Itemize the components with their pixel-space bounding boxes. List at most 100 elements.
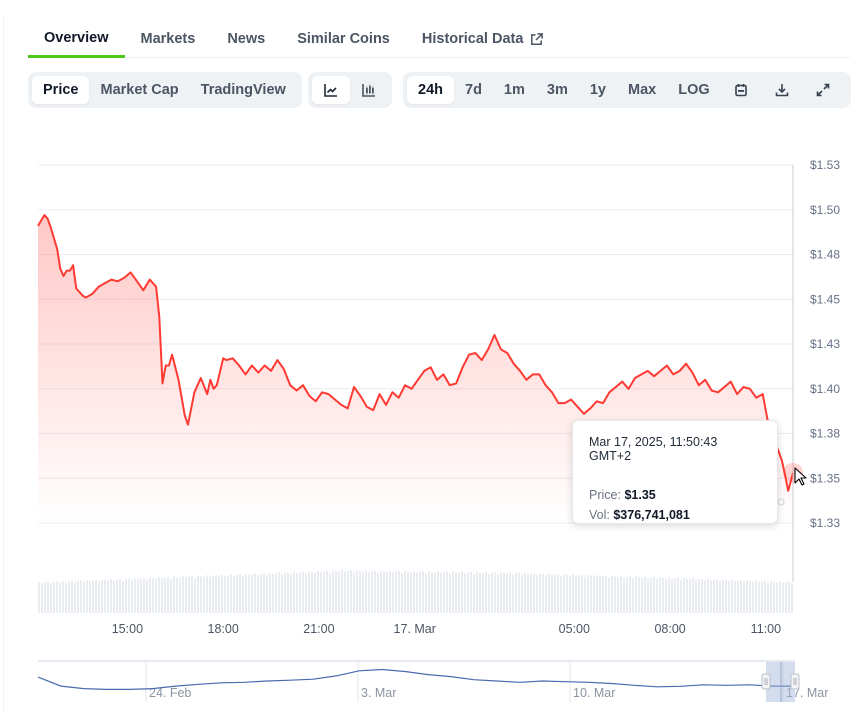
volume-bar xyxy=(590,575,592,613)
volume-bar xyxy=(785,582,787,613)
volume-bar xyxy=(173,576,175,613)
x-tick-label: 21:00 xyxy=(303,622,334,636)
volume-bar xyxy=(743,581,745,613)
volume-bar xyxy=(707,578,709,613)
volume-bar xyxy=(479,572,481,613)
volume-bar xyxy=(560,576,562,613)
volume-bar xyxy=(620,575,622,613)
volume-bar xyxy=(134,578,136,613)
volume-bar xyxy=(485,571,487,613)
volume-bar xyxy=(767,582,769,613)
volume-bar xyxy=(227,575,229,613)
volume-bar xyxy=(563,574,565,613)
volume-bar xyxy=(659,577,661,613)
volume-bar xyxy=(176,577,178,613)
volume-bar xyxy=(539,573,541,613)
volume-bar xyxy=(287,572,289,613)
volume-bar xyxy=(554,574,556,613)
volume-bar xyxy=(314,572,316,613)
volume-bar xyxy=(689,579,691,613)
volume-bar xyxy=(677,578,679,613)
volume-bar xyxy=(602,576,604,613)
volume-bar xyxy=(260,573,262,613)
volume-bar xyxy=(740,579,742,613)
x-tick-label: 15:00 xyxy=(112,622,143,636)
volume-bar xyxy=(608,577,610,613)
y-tick-label: $1.40 xyxy=(810,382,840,396)
volume-bar xyxy=(770,581,772,613)
y-tick-label: $1.35 xyxy=(810,471,840,485)
volume-bar xyxy=(578,575,580,613)
volume-bar xyxy=(218,576,220,613)
y-axis-labels: $1.53 $1.50 $1.48 $1.45 $1.43 $1.40 $1.38 $1.35… xyxy=(810,158,840,530)
volume-bar xyxy=(476,571,478,613)
volume-bar xyxy=(695,579,697,613)
volume-bar xyxy=(71,580,73,613)
volume-bar xyxy=(293,571,295,613)
navigator-left-handle[interactable] xyxy=(761,673,771,690)
volume-bar xyxy=(515,572,517,613)
y-tick-label: $1.38 xyxy=(810,427,840,441)
volume-bar xyxy=(68,581,70,613)
volume-bar xyxy=(773,581,775,613)
volume-bar xyxy=(440,573,442,613)
volume-bar xyxy=(335,570,337,613)
volume-bar xyxy=(317,570,319,613)
volume-bar xyxy=(584,576,586,613)
volume-bar xyxy=(140,578,142,613)
volume-bar xyxy=(494,572,496,613)
volume-bar xyxy=(326,570,328,613)
volume-bar xyxy=(296,572,298,613)
volume-bar xyxy=(266,574,268,613)
volume-bar xyxy=(461,571,463,613)
navigator-right-handle[interactable] xyxy=(790,673,800,690)
volume-bar xyxy=(749,580,751,613)
volume-bar xyxy=(188,576,190,613)
x-tick-label: 08:00 xyxy=(654,622,685,636)
volume-bar xyxy=(242,575,244,613)
tooltip-volume-row: Vol: $376,741,081 xyxy=(589,505,761,525)
volume-bar xyxy=(446,571,448,613)
volume-bar xyxy=(761,581,763,613)
volume-bar xyxy=(599,576,601,613)
volume-bar xyxy=(86,580,88,613)
volume-bar xyxy=(389,570,391,613)
volume-bar xyxy=(758,581,760,613)
volume-bar xyxy=(92,580,94,613)
volume-bar xyxy=(89,581,91,613)
volume-bar xyxy=(788,581,790,613)
volume-bar xyxy=(644,576,646,613)
volume-bar xyxy=(791,583,793,613)
volume-bar xyxy=(200,576,202,613)
volume-bar xyxy=(107,580,109,613)
volume-bar xyxy=(224,575,226,613)
volume-bar xyxy=(185,577,187,613)
volume-bar xyxy=(722,579,724,613)
volume-bar xyxy=(158,577,160,613)
volume-bar xyxy=(41,582,43,613)
volume-bar xyxy=(431,572,433,613)
volume-bar xyxy=(413,570,415,613)
volume-bar xyxy=(320,572,322,613)
range-navigator[interactable]: 24. Feb 3. Mar 10. Mar 17. Mar xyxy=(37,660,828,702)
volume-bar xyxy=(605,575,607,613)
volume-bar xyxy=(44,582,46,613)
y-tick-label: $1.50 xyxy=(810,203,840,217)
volume-bar xyxy=(428,571,430,613)
volume-bar xyxy=(110,579,112,613)
volume-bar xyxy=(128,578,130,613)
volume-bar xyxy=(725,579,727,613)
volume-bar xyxy=(302,571,304,613)
volume-bar xyxy=(713,579,715,613)
volume-bar xyxy=(206,575,208,613)
volume-bar xyxy=(716,579,718,613)
volume-bar xyxy=(215,575,217,613)
tooltip-vol-label: Vol: xyxy=(589,508,610,522)
volume-bar xyxy=(257,575,259,613)
volume-bar xyxy=(614,576,616,613)
volume-bar xyxy=(533,573,535,613)
volume-bar xyxy=(155,578,157,613)
volume-bar xyxy=(419,571,421,613)
tooltip-timestamp: Mar 17, 2025, 11:50:43 GMT+2 xyxy=(589,435,718,463)
volume-bar xyxy=(650,577,652,613)
